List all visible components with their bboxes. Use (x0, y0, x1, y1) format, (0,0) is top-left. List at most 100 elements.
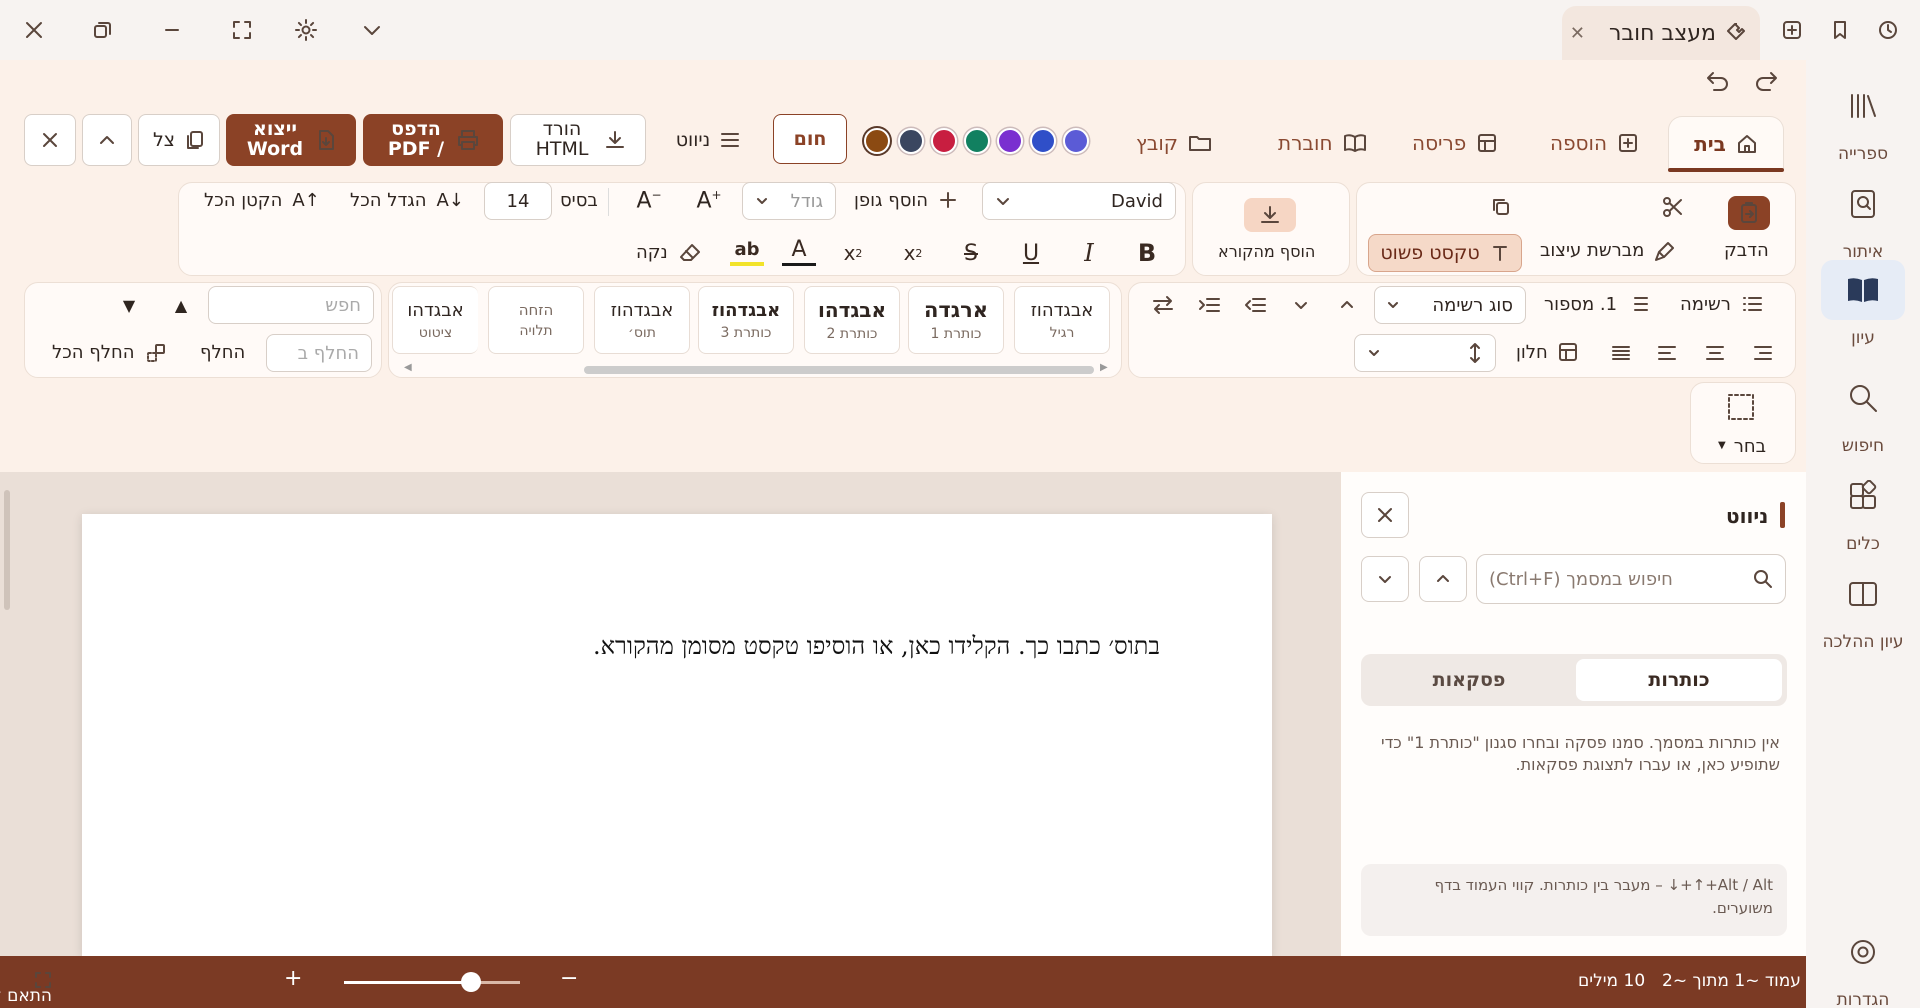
select-button[interactable]: בחר ▼ (1718, 436, 1766, 457)
grow-all-button[interactable]: ↓A הגדל הכל (350, 190, 464, 211)
redo-icon[interactable] (1750, 64, 1784, 98)
find-input[interactable]: חפש (208, 286, 374, 324)
chevron-up-icon[interactable] (1330, 288, 1364, 322)
replace-input[interactable]: החלף ב (266, 334, 372, 372)
document-search-input[interactable]: חיפוש במסמך (Ctrl+F) (1476, 554, 1786, 604)
cut-icon[interactable] (1656, 190, 1690, 224)
settings-icon[interactable] (288, 12, 324, 48)
undo-icon[interactable] (1700, 64, 1734, 98)
warm-theme-button[interactable]: חום (773, 114, 847, 164)
highlight-icon[interactable]: ab (730, 236, 764, 266)
download-html-button[interactable]: הורד HTML (510, 114, 646, 166)
add-from-reader-label[interactable]: הוסף מהקורא (1218, 242, 1315, 261)
sidebar-item-locate[interactable]: איתור (1806, 174, 1920, 266)
bullet-list-button[interactable]: רשימה (1680, 294, 1763, 315)
fullscreen-icon[interactable] (224, 12, 260, 48)
zoom-slider-track[interactable] (344, 972, 520, 992)
paste-label[interactable]: הדבק (1724, 240, 1769, 261)
scroll-left-icon[interactable]: ◀ (404, 362, 412, 373)
tab-paragraphs[interactable]: פסקאות (1366, 659, 1572, 701)
font-family-select[interactable]: David (982, 182, 1176, 220)
style-tosafot[interactable]: אבגדהוז תוס׳ (594, 286, 690, 354)
add-from-reader-icon[interactable] (1244, 198, 1296, 232)
style-normal[interactable]: אבגדהוז רגיל (1014, 286, 1110, 354)
subscript-icon[interactable]: x2 (836, 236, 870, 270)
tab-layout[interactable]: פריסה (1398, 116, 1512, 170)
print-pdf-button[interactable]: הדפס / PDF (363, 114, 503, 166)
justify-icon[interactable] (1604, 336, 1638, 370)
restore-window-icon[interactable] (84, 12, 120, 48)
collapse-ribbon-button[interactable] (82, 114, 132, 166)
swap-direction-icon[interactable] (1146, 288, 1180, 322)
document-page[interactable]: בתוס׳ כתבו כך. הקלידו כאן, או הוסיפו טקס… (82, 514, 1272, 956)
base-size-input[interactable]: 14 (484, 182, 552, 220)
shrink-all-button[interactable]: ↑A הקטן הכל (204, 190, 320, 211)
align-right-icon[interactable] (1746, 336, 1780, 370)
italic-icon[interactable]: I (1072, 236, 1106, 270)
style-heading-3[interactable]: אבגדהוז כותרת 3 (698, 286, 794, 354)
close-window-icon[interactable] (16, 12, 52, 48)
close-tab-icon[interactable]: ✕ (1570, 23, 1585, 44)
export-word-button[interactable]: ייצוא Word (226, 114, 356, 166)
zoom-in-icon[interactable]: + (284, 966, 302, 991)
sidebar-item-study[interactable]: עיון (1806, 260, 1920, 352)
zoom-out-icon[interactable]: − (560, 966, 578, 991)
theme-color-swatch[interactable] (1030, 128, 1056, 154)
zoom-slider-thumb[interactable] (460, 972, 481, 992)
replace-all-button[interactable]: החלף הכל (52, 342, 167, 364)
align-left-icon[interactable] (1650, 336, 1684, 370)
paste-icon[interactable] (1728, 196, 1770, 230)
strikethrough-icon[interactable]: S (954, 236, 988, 270)
chevron-down-icon[interactable] (354, 12, 390, 48)
theme-color-swatch[interactable] (964, 128, 990, 154)
new-tab-icon[interactable] (1774, 12, 1810, 48)
font-size-select[interactable]: גודל (742, 182, 836, 220)
tab-headings[interactable]: כותרות (1576, 659, 1782, 701)
style-heading-1[interactable]: ארגדה כותרת 1 (908, 286, 1004, 354)
clear-format-button[interactable]: נקה (636, 242, 702, 263)
superscript-icon[interactable]: x2 (896, 236, 930, 270)
outdent-icon[interactable] (1238, 288, 1272, 322)
tab-insert[interactable]: הוספה (1536, 116, 1653, 170)
select-area-icon[interactable] (1724, 390, 1758, 424)
font-color-icon[interactable]: A (782, 236, 816, 266)
close-ribbon-button[interactable] (24, 114, 76, 166)
search-next-button[interactable] (1361, 556, 1409, 602)
tab-booklet[interactable]: חוברת (1264, 116, 1381, 170)
replace-button[interactable]: החלף (200, 342, 245, 363)
scroll-right-icon[interactable]: ▶ (1100, 362, 1108, 373)
gallery-scrollbar[interactable] (584, 366, 1094, 374)
bookmark-icon[interactable] (1822, 12, 1858, 48)
window-button[interactable]: חלון (1516, 342, 1578, 363)
line-spacing-select[interactable] (1354, 334, 1496, 372)
theme-color-swatch-selected[interactable] (864, 128, 890, 154)
bold-icon[interactable]: B (1130, 236, 1164, 270)
numbered-list-button[interactable]: 12 1. מספור (1544, 294, 1649, 315)
copy-format-icon[interactable] (1484, 190, 1518, 224)
theme-color-swatch[interactable] (931, 128, 957, 154)
increase-font-icon[interactable]: A+ (692, 184, 726, 218)
sidebar-item-library[interactable]: ספרייה (1806, 76, 1920, 168)
align-center-icon[interactable] (1698, 336, 1732, 370)
minimize-icon[interactable] (154, 12, 190, 48)
find-next-icon[interactable]: ▼ (112, 288, 146, 322)
tab-home[interactable]: בית (1668, 116, 1784, 170)
history-icon[interactable] (1870, 12, 1906, 48)
sidebar-item-search[interactable]: חיפוש (1806, 368, 1920, 460)
style-hanging-indent[interactable]: הזחה תלויה (488, 286, 584, 354)
style-quote[interactable]: אבגדהו ציטוט (392, 286, 478, 354)
chevron-down-icon[interactable] (1284, 288, 1318, 322)
format-painter-button[interactable]: מברשת עיצוב (1540, 240, 1676, 262)
theme-color-swatch[interactable] (997, 128, 1023, 154)
find-previous-icon[interactable]: ▲ (164, 288, 198, 322)
theme-color-swatch[interactable] (1063, 128, 1089, 154)
close-panel-button[interactable] (1361, 492, 1409, 538)
underline-icon[interactable]: U (1014, 236, 1048, 270)
style-heading-2[interactable]: אבגדהו כותרת 2 (804, 286, 900, 354)
decrease-font-icon[interactable]: A− (632, 184, 666, 218)
sidebar-item-settings[interactable]: הגדרות (1806, 922, 1920, 1008)
plain-text-button[interactable]: טקסט פשוט (1368, 234, 1522, 272)
sidebar-item-halacha[interactable]: עיון ההלכה (1806, 564, 1920, 656)
tab-file[interactable]: קובץ (1122, 116, 1226, 170)
fit-width-button[interactable]: התאם לרוחב (0, 971, 52, 1006)
